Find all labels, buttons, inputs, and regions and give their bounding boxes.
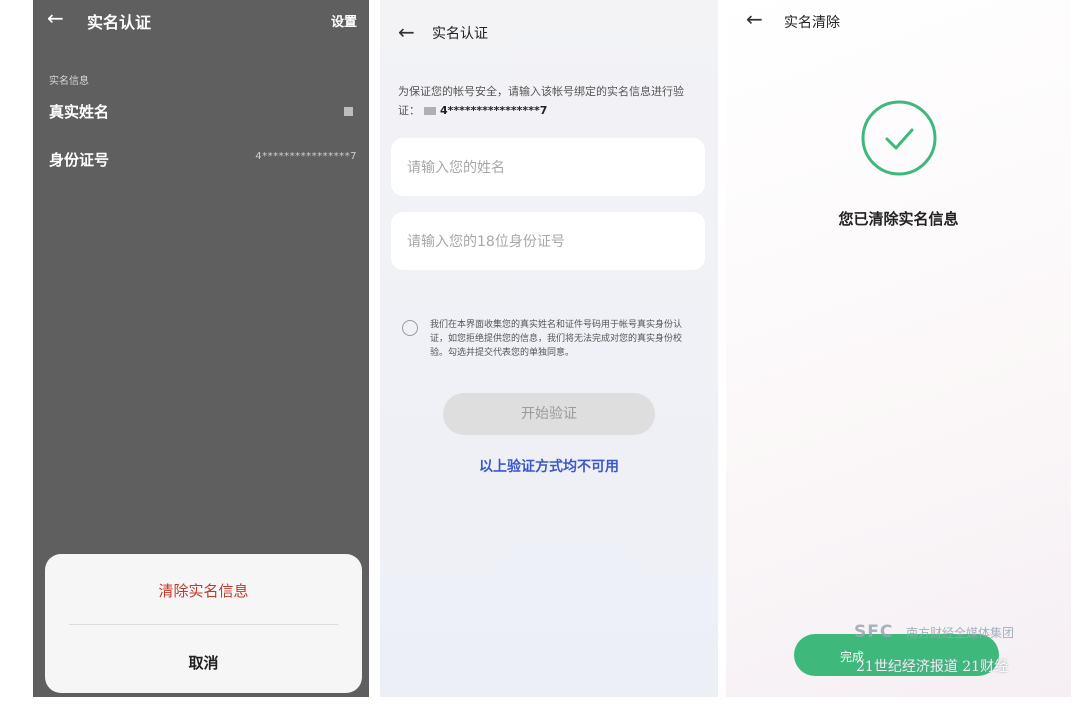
page-title: 实名认证 bbox=[432, 26, 488, 42]
clear-real-name-button[interactable]: 清除实名信息 bbox=[45, 580, 362, 601]
header: ← 实名认证 设置 bbox=[33, 0, 369, 44]
name-input[interactable]: 请输入您的姓名 bbox=[391, 138, 705, 196]
consent-text: 我们在本界面收集您的真实姓名和证件号码用于帐号真实身份认证，如您拒绝提供您的信息… bbox=[430, 320, 683, 358]
cancel-button[interactable]: 取消 bbox=[45, 652, 362, 673]
arrow-left-icon[interactable]: ← bbox=[47, 6, 64, 30]
success-message: 您已清除实名信息 bbox=[838, 210, 959, 228]
watermark-brand: 21世纪经济报道 21财经 bbox=[856, 659, 1009, 675]
id-number-input[interactable]: 请输入您的18位身份证号 bbox=[391, 212, 705, 270]
divider bbox=[69, 624, 338, 625]
id-number-label: 身份证号 bbox=[49, 151, 110, 169]
start-verification-button[interactable]: 开始验证 bbox=[443, 393, 655, 435]
section-title: 实名信息 bbox=[49, 76, 89, 87]
masked-name bbox=[424, 107, 436, 115]
name-placeholder: 请输入您的姓名 bbox=[407, 160, 505, 176]
arrow-left-icon[interactable]: ← bbox=[398, 20, 415, 44]
verify-identity-panel: ← 实名认证 为保证您的帐号安全，请输入该帐号绑定的实名信息进行验证： 4****… bbox=[380, 0, 718, 697]
id-number-value: 4****************7 bbox=[255, 151, 357, 162]
page-title: 实名认证 bbox=[87, 13, 152, 32]
check-circle-icon bbox=[861, 100, 937, 176]
real-name-label: 真实姓名 bbox=[49, 103, 110, 121]
watermark: SFC 南方财经全媒体集团 21世纪经济报道 21财经 bbox=[854, 622, 1054, 686]
masked-name bbox=[344, 107, 353, 116]
consent-radio[interactable] bbox=[402, 320, 418, 336]
cleared-result-panel: ← 实名清除 您已清除实名信息 完成 SFC 南方财经全媒体集团 21世纪经济报… bbox=[726, 0, 1071, 697]
id-number-placeholder: 请输入您的18位身份证号 bbox=[407, 234, 565, 250]
intro-text: 为保证您的帐号安全，请输入该帐号绑定的实名信息进行验证： 4***********… bbox=[398, 82, 698, 120]
alternative-method-link[interactable]: 以上验证方式均不可用 bbox=[380, 456, 718, 476]
settings-button[interactable]: 设置 bbox=[331, 11, 357, 30]
id-number-row: 身份证号 4****************7 bbox=[49, 149, 357, 173]
arrow-left-icon[interactable]: ← bbox=[746, 7, 763, 31]
watermark-logo: SFC bbox=[854, 622, 894, 642]
real-name-row: 真实姓名 bbox=[49, 101, 357, 125]
watermark-group: 南方财经全媒体集团 bbox=[906, 626, 1015, 640]
action-sheet: 清除实名信息 取消 bbox=[45, 554, 362, 693]
clear-verification-panel: ← 实名认证 设置 实名信息 真实姓名 身份证号 4**************… bbox=[33, 0, 369, 697]
intro-id-number: 4****************7 bbox=[440, 104, 548, 117]
page-title: 实名清除 bbox=[784, 15, 840, 31]
